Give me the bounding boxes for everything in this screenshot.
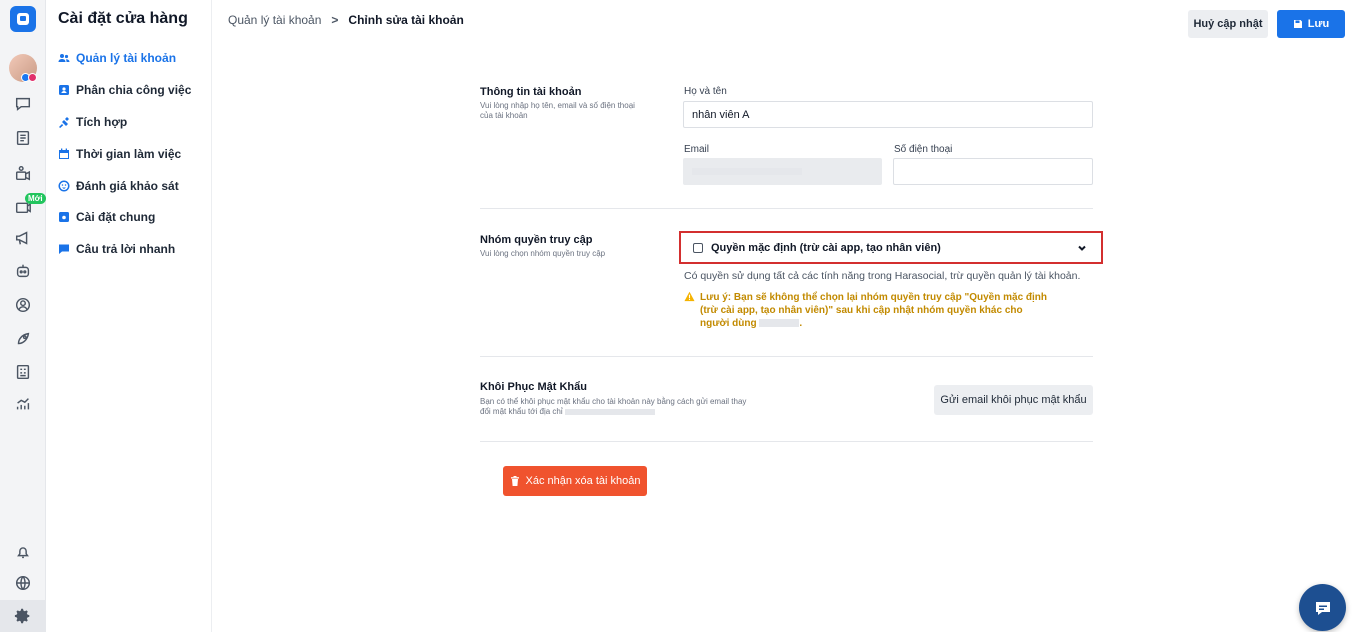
menu-item-label: Thời gian làm việc [76, 147, 182, 161]
page-title: Chỉnh sửa tài khoản [348, 13, 464, 27]
menu-item-general-settings[interactable]: Cài đặt chung [58, 208, 155, 226]
phone-label: Số điện thoại [894, 144, 953, 155]
rocket-icon[interactable] [13, 329, 33, 349]
warning-icon [684, 291, 695, 302]
survey-icon [58, 180, 70, 192]
document-list-icon[interactable] [13, 128, 33, 148]
menu-item-label: Tích hợp [76, 115, 128, 129]
username-redacted [759, 319, 800, 328]
permission-description: Có quyền sử dụng tất cả các tính năng tr… [684, 270, 1081, 282]
email-field [683, 158, 882, 185]
name-field[interactable]: nhân viên A [683, 101, 1093, 128]
section-divider [480, 208, 1093, 209]
password-reset-title: Khôi Phục Mật Khẩu [480, 381, 587, 393]
breadcrumb-separator: > [331, 13, 339, 27]
menu-item-working-time[interactable]: Thời gian làm việc [58, 145, 181, 163]
bell-icon[interactable] [13, 542, 33, 562]
calendar-icon [58, 148, 70, 160]
menu-item-integration[interactable]: Tích hợp [58, 113, 127, 131]
globe-icon[interactable] [13, 573, 33, 593]
user-circle-icon[interactable] [13, 295, 33, 315]
menu-item-label: Câu trả lời nhanh [76, 242, 176, 256]
id-card-icon [58, 84, 70, 96]
account-info-title: Thông tin tài khoản [480, 86, 582, 98]
chevron-down-icon [1077, 243, 1087, 253]
email-label: Email [684, 144, 710, 155]
menu-item-survey[interactable]: Đánh giá khảo sát [58, 177, 179, 195]
name-label: Họ và tên [684, 86, 727, 97]
chat-icon[interactable] [13, 94, 33, 114]
email-redacted [564, 408, 655, 415]
menu-item-quick-replies[interactable]: Câu trả lời nhanh [58, 240, 175, 258]
instagram-icon [28, 73, 37, 82]
store-icon [58, 211, 70, 223]
plug-icon [58, 116, 70, 128]
megaphone-icon[interactable] [13, 228, 33, 248]
avatar[interactable] [9, 54, 37, 82]
access-group-select[interactable]: Quyền mặc định (trừ cài app, tạo nhân vi… [679, 231, 1103, 264]
password-reset-desc: Bạn có thể khôi phục mật khẩu cho tài kh… [480, 397, 750, 417]
delete-account-button[interactable]: Xác nhận xóa tài khoản [503, 466, 647, 496]
name-value: nhân viên A [692, 108, 750, 121]
camera-icon[interactable] [13, 163, 33, 183]
breadcrumb: Quản lý tài khoản > Chỉnh sửa tài khoản [228, 13, 464, 27]
analytics-icon[interactable] [13, 394, 33, 414]
menu-item-label: Cài đặt chung [76, 210, 156, 224]
phone-field[interactable] [893, 158, 1093, 185]
save-icon [1293, 20, 1302, 28]
bot-icon[interactable] [13, 261, 33, 281]
section-divider [480, 441, 1093, 442]
app-logo[interactable] [10, 6, 36, 32]
account-info-desc: Vui lòng nhập họ tên, email và số điện t… [480, 101, 635, 120]
message-icon [58, 243, 70, 255]
breadcrumb-parent[interactable]: Quản lý tài khoản [228, 13, 321, 27]
permission-icon [693, 242, 703, 253]
settings-gear-icon[interactable] [0, 600, 46, 632]
access-group-title: Nhóm quyền truy cập [480, 234, 593, 246]
warning-end: . [799, 318, 803, 329]
chat-support-button[interactable] [1299, 584, 1346, 631]
icon-rail: Mới [0, 0, 46, 632]
save-button[interactable]: Lưu [1277, 10, 1345, 38]
new-badge: Mới [25, 193, 46, 204]
trash-icon [510, 476, 519, 486]
menu-item-label: Phân chia công việc [76, 83, 192, 97]
report-icon[interactable] [13, 362, 33, 382]
save-label: Lưu [1307, 18, 1330, 30]
cancel-update-button[interactable]: Huỷ cập nhật [1188, 10, 1268, 38]
menu-item-label: Đánh giá khảo sát [76, 179, 179, 193]
access-group-desc: Vui lòng chọn nhóm quyền truy cập [480, 249, 606, 258]
settings-menu: Cài đặt cửa hàng Quản lý tài khoản Phân … [46, 0, 212, 632]
email-redacted [692, 168, 802, 175]
menu-title: Cài đặt cửa hàng [58, 10, 188, 27]
send-reset-email-button[interactable]: Gửi email khôi phục mật khẩu [934, 385, 1093, 415]
warning-note: Lưu ý: Bạn sẽ không thể chọn lại nhóm qu… [684, 291, 1054, 330]
section-divider [480, 356, 1093, 357]
menu-item-task-assignment[interactable]: Phân chia công việc [58, 81, 191, 99]
access-group-selected: Quyền mặc định (trừ cài app, tạo nhân vi… [711, 241, 941, 254]
menu-item-account-management[interactable]: Quản lý tài khoản [58, 49, 176, 67]
menu-item-label: Quản lý tài khoản [76, 51, 177, 65]
logo-icon [17, 13, 29, 25]
users-icon [58, 52, 70, 64]
chat-bubble-icon [1315, 601, 1330, 615]
warning-text: Lưu ý: Bạn sẽ không thể chọn lại nhóm qu… [700, 292, 1048, 329]
delete-account-label: Xác nhận xóa tài khoản [525, 475, 641, 487]
